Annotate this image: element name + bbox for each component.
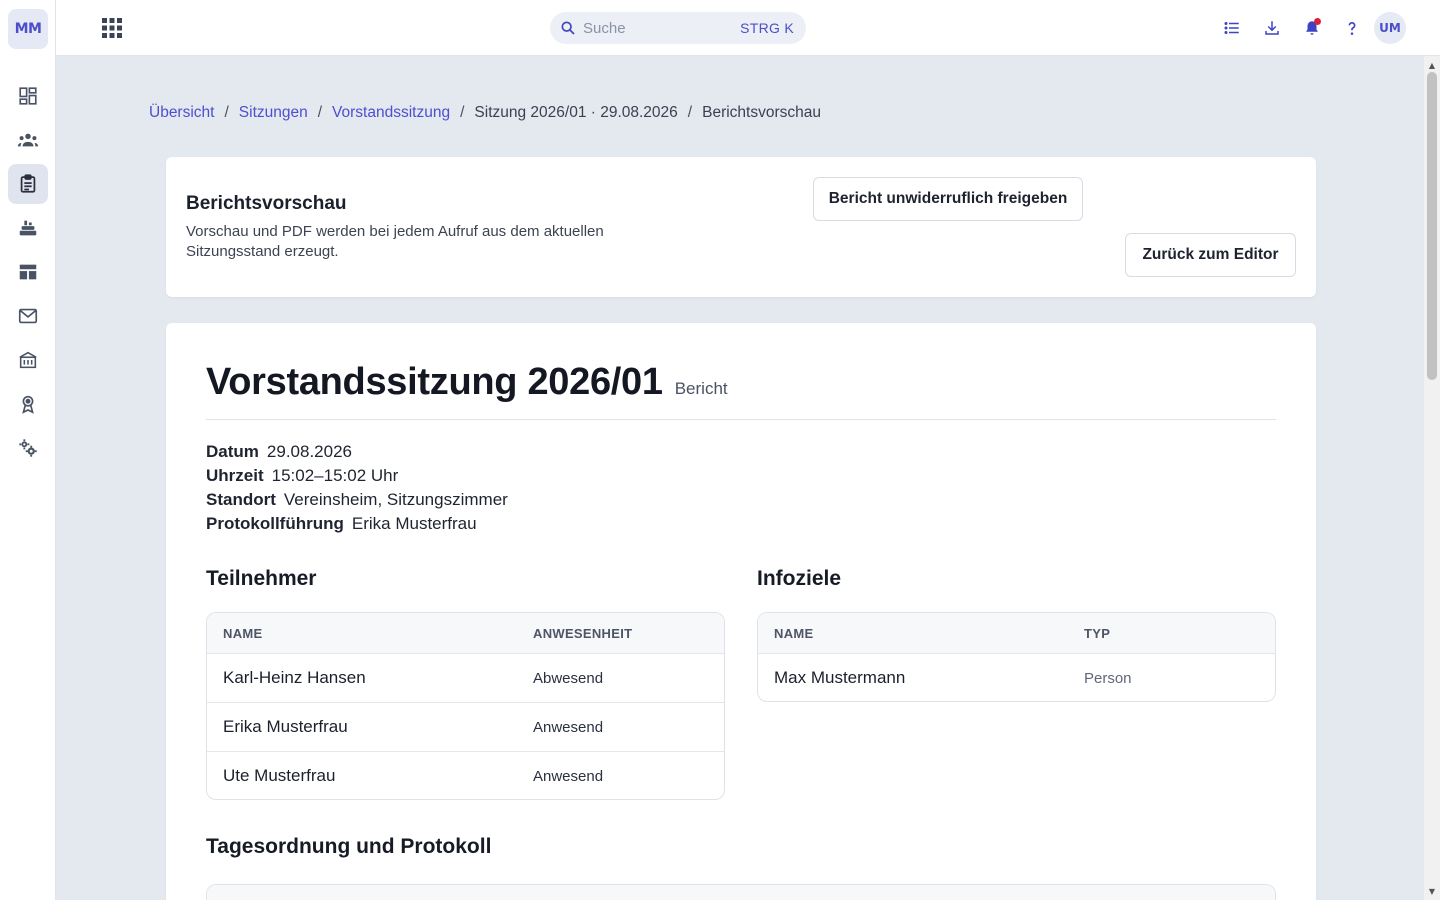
meta-label: Datum — [206, 442, 259, 461]
sidebar-item-tables[interactable] — [8, 252, 48, 292]
page-description: Vorschau und PDF werden bei jedem Aufruf… — [186, 223, 604, 260]
search-bar[interactable]: STRG K — [550, 12, 806, 44]
notifications-button[interactable] — [1300, 16, 1324, 40]
sidebar-item-mail[interactable] — [8, 296, 48, 336]
table-header: NAME ANWESENHEIT — [207, 613, 724, 653]
column-header-attendance: ANWESENHEIT — [533, 625, 633, 641]
sidebar-item-members[interactable] — [8, 120, 48, 160]
event-icon — [19, 220, 37, 236]
divider — [206, 419, 1276, 420]
help-icon — [1348, 21, 1356, 35]
tasks-button[interactable] — [1220, 16, 1244, 40]
report-subtitle: Bericht — [674, 379, 728, 398]
notification-badge — [1314, 18, 1321, 25]
sidebar-item-dashboard[interactable] — [8, 76, 48, 116]
meta-label: Standort — [206, 490, 276, 509]
user-avatar[interactable]: UM — [1374, 12, 1406, 44]
scrollbar-thumb[interactable] — [1427, 72, 1437, 380]
sidebar: MM — [0, 0, 56, 900]
column-header-name: NAME — [223, 625, 263, 641]
apps-grid-icon — [102, 18, 122, 38]
breadcrumb-link-board-meeting[interactable]: Vorstandssitzung — [332, 104, 450, 122]
participant-name: Ute Musterfrau — [223, 766, 336, 785]
participants-table: NAME ANWESENHEIT Karl-Heinz Hansen Abwes… — [206, 612, 725, 800]
table-icon — [19, 264, 37, 280]
preview-header-card: Berichtsvorschau Vorschau und PDF werden… — [166, 157, 1316, 297]
sidebar-item-organization[interactable] — [8, 340, 48, 380]
info-targets-table: NAME TYP Max Mustermann Person — [757, 612, 1276, 702]
report-title: Vorstandssitzung 2026/01 — [206, 361, 663, 403]
sidebar-item-settings[interactable] — [8, 428, 48, 468]
table-row: Ute Musterfrau Anwesend — [207, 751, 724, 799]
meta-value: Vereinsheim, Sitzungszimmer — [283, 490, 508, 509]
medal-icon — [22, 395, 34, 414]
info-target-name: Max Mustermann — [774, 668, 906, 687]
info-target-type: Person — [1084, 669, 1132, 687]
report-meta: Datum 29.08.2026 Uhrzeit 15:02–15:02 Uhr S… — [206, 440, 508, 536]
agenda-title: Tagesordnung und Protokoll — [206, 835, 492, 858]
meta-value: Erika Musterfrau — [351, 514, 477, 533]
table-header: NAME TYP — [758, 613, 1275, 653]
table-header — [207, 885, 1275, 900]
participant-name: Karl-Heinz Hansen — [223, 668, 366, 687]
meta-label: Protokollführung — [206, 514, 344, 533]
breadcrumb-current: Berichtsvorschau — [702, 104, 821, 121]
topbar: STRG K UM — [56, 0, 1440, 56]
search-shortcut-hint: STRG K — [740, 20, 794, 36]
help-button[interactable] — [1340, 16, 1364, 40]
apps-launcher-button[interactable] — [100, 16, 124, 40]
breadcrumb-separator: / — [317, 104, 323, 121]
release-report-button[interactable]: Bericht unwiderruflich freigeben — [813, 177, 1083, 221]
meta-row-location: Standort Vereinsheim, Sitzungszimmer — [206, 488, 508, 512]
gears-icon — [19, 439, 37, 457]
attendance-status: Anwesend — [533, 718, 604, 736]
attendance-status: Abwesend — [533, 669, 604, 687]
sidebar-item-meetings[interactable] — [8, 164, 48, 204]
table-row: Erika Musterfrau Anwesend — [207, 702, 724, 751]
back-to-editor-button[interactable]: Zurück zum Editor — [1125, 233, 1296, 277]
agenda-table — [206, 884, 1276, 900]
scroll-down-arrow-icon[interactable]: ▼ — [1424, 884, 1440, 898]
download-icon — [1265, 21, 1279, 35]
info-targets-title: Infoziele — [757, 567, 842, 590]
list-icon — [1224, 22, 1239, 34]
sidebar-item-events[interactable] — [8, 208, 48, 248]
participant-name: Erika Musterfrau — [223, 717, 348, 736]
page-title: Berichtsvorschau — [186, 193, 347, 214]
participants-title: Teilnehmer — [206, 567, 317, 590]
search-icon — [561, 21, 575, 35]
meta-value: 29.08.2026 — [266, 442, 352, 461]
scroll-up-arrow-icon[interactable]: ▲ — [1424, 58, 1440, 72]
breadcrumb-separator: / — [224, 104, 229, 121]
column-header-name: NAME — [774, 625, 814, 641]
breadcrumb-link-meetings[interactable]: Sitzungen — [239, 104, 308, 122]
report-preview-card: Vorstandssitzung 2026/01 Bericht Datum 29… — [166, 323, 1316, 900]
meta-row-date: Datum 29.08.2026 — [206, 440, 508, 464]
meta-value: 15:02–15:02 Uhr — [271, 466, 399, 485]
column-header-type: TYP — [1084, 625, 1111, 641]
page-scrollbar[interactable]: ▲ ▼ — [1424, 56, 1440, 900]
attendance-status: Anwesend — [533, 767, 604, 785]
app-logo[interactable]: MM — [8, 9, 48, 49]
breadcrumb-separator: / — [687, 104, 693, 121]
breadcrumb-item-session: Sitzung 2026/01 · 29.08.2026 — [474, 104, 678, 121]
breadcrumb-link-overview[interactable]: Übersicht — [149, 104, 214, 122]
search-input[interactable] — [583, 19, 723, 37]
mail-icon — [18, 308, 38, 324]
report-heading: Vorstandssitzung 2026/01 Bericht — [206, 361, 728, 404]
group-icon — [17, 133, 39, 147]
table-row: Max Mustermann Person — [758, 653, 1275, 701]
breadcrumb-separator: / — [460, 104, 465, 121]
table-row: Karl-Heinz Hansen Abwesend — [207, 653, 724, 702]
clipboard-icon — [20, 174, 36, 193]
breadcrumb: Übersicht / Sitzungen / Vorstandssitzung… — [149, 102, 821, 124]
building-icon — [19, 351, 37, 369]
meta-row-time: Uhrzeit 15:02–15:02 Uhr — [206, 464, 508, 488]
dashboard-icon — [19, 87, 37, 105]
sidebar-item-awards[interactable] — [8, 384, 48, 424]
downloads-button[interactable] — [1260, 16, 1284, 40]
meta-label: Uhrzeit — [206, 466, 264, 485]
meta-row-minutes-keeper: Protokollführung Erika Musterfrau — [206, 512, 508, 536]
